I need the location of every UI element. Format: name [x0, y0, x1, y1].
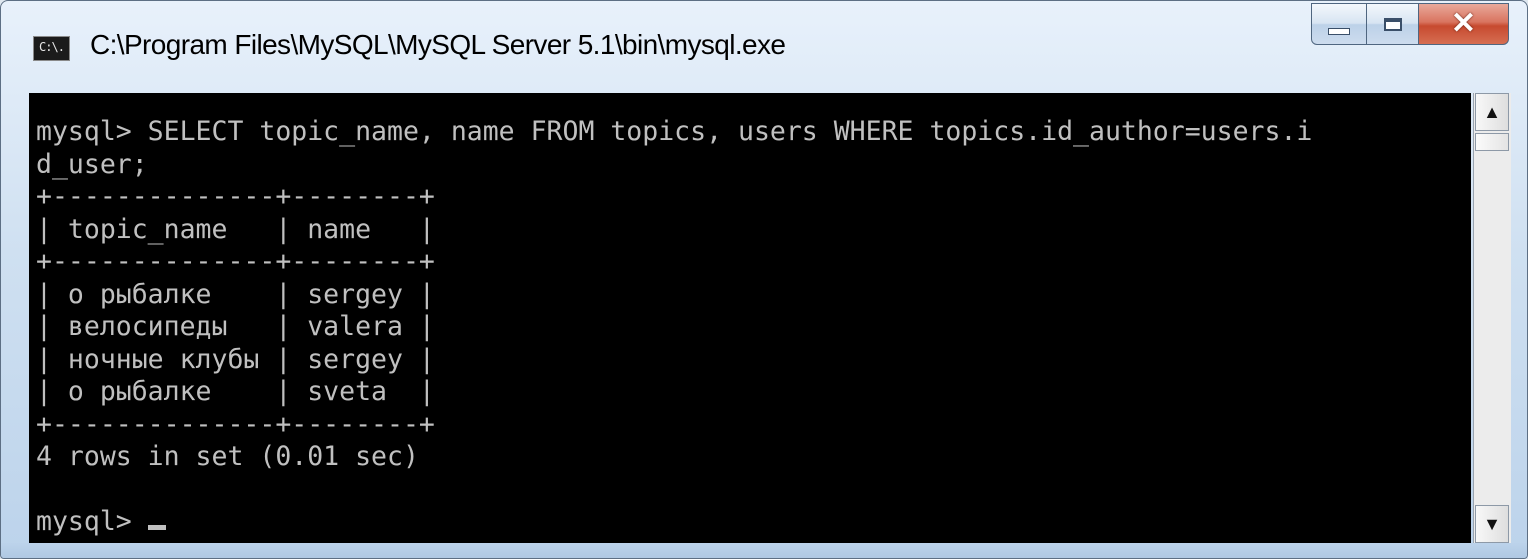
- console-app-icon[interactable]: C:\.: [33, 36, 70, 61]
- close-button[interactable]: ✕: [1419, 3, 1509, 45]
- window-bottom-frame: [1, 543, 1527, 558]
- minimize-button[interactable]: [1311, 3, 1367, 45]
- console-window: C:\. C:\Program Files\MySQL\MySQL Server…: [0, 0, 1528, 559]
- scroll-up-button[interactable]: ▲: [1475, 93, 1509, 131]
- text-cursor: [147, 525, 166, 530]
- table-row: | о рыбалке | sveta |: [36, 376, 435, 407]
- table-border-top: +--------------+--------+: [36, 181, 435, 212]
- maximize-icon: [1383, 17, 1402, 31]
- query-line-2: d_user;: [36, 148, 148, 180]
- table-row: | ночные клубы | sergey |: [36, 343, 435, 375]
- vertical-scrollbar[interactable]: ▲ ▼: [1473, 93, 1511, 543]
- scroll-down-button[interactable]: ▼: [1475, 505, 1509, 543]
- minimize-icon: [1328, 27, 1350, 35]
- close-icon: ✕: [1450, 7, 1477, 40]
- arrow-down-icon: ▼: [1483, 513, 1501, 534]
- table-border-bottom: +--------------+--------+: [36, 408, 435, 440]
- maximize-button[interactable]: [1367, 3, 1419, 45]
- prompt: mysql>: [36, 506, 148, 537]
- table-row: | о рыбалке | sergey |: [36, 278, 435, 310]
- arrow-up-icon: ▲: [1483, 101, 1501, 122]
- table-border-mid: +--------------+--------+: [36, 246, 435, 277]
- title-bar[interactable]: C:\. C:\Program Files\MySQL\MySQL Server…: [1, 1, 1527, 93]
- table-row: | велосипеды | valera |: [36, 311, 435, 342]
- table-header-row: | topic_name | name |: [36, 213, 435, 245]
- caption-buttons: ✕: [1311, 3, 1509, 49]
- scrollbar-thumb[interactable]: [1475, 133, 1509, 151]
- result-summary: 4 rows in set (0.01 sec): [36, 441, 419, 472]
- console-output[interactable]: mysql> SELECT topic_name, name FROM topi…: [29, 93, 1471, 543]
- query-line-1: mysql> SELECT topic_name, name FROM topi…: [36, 116, 1313, 147]
- window-title: C:\Program Files\MySQL\MySQL Server 5.1\…: [90, 29, 786, 60]
